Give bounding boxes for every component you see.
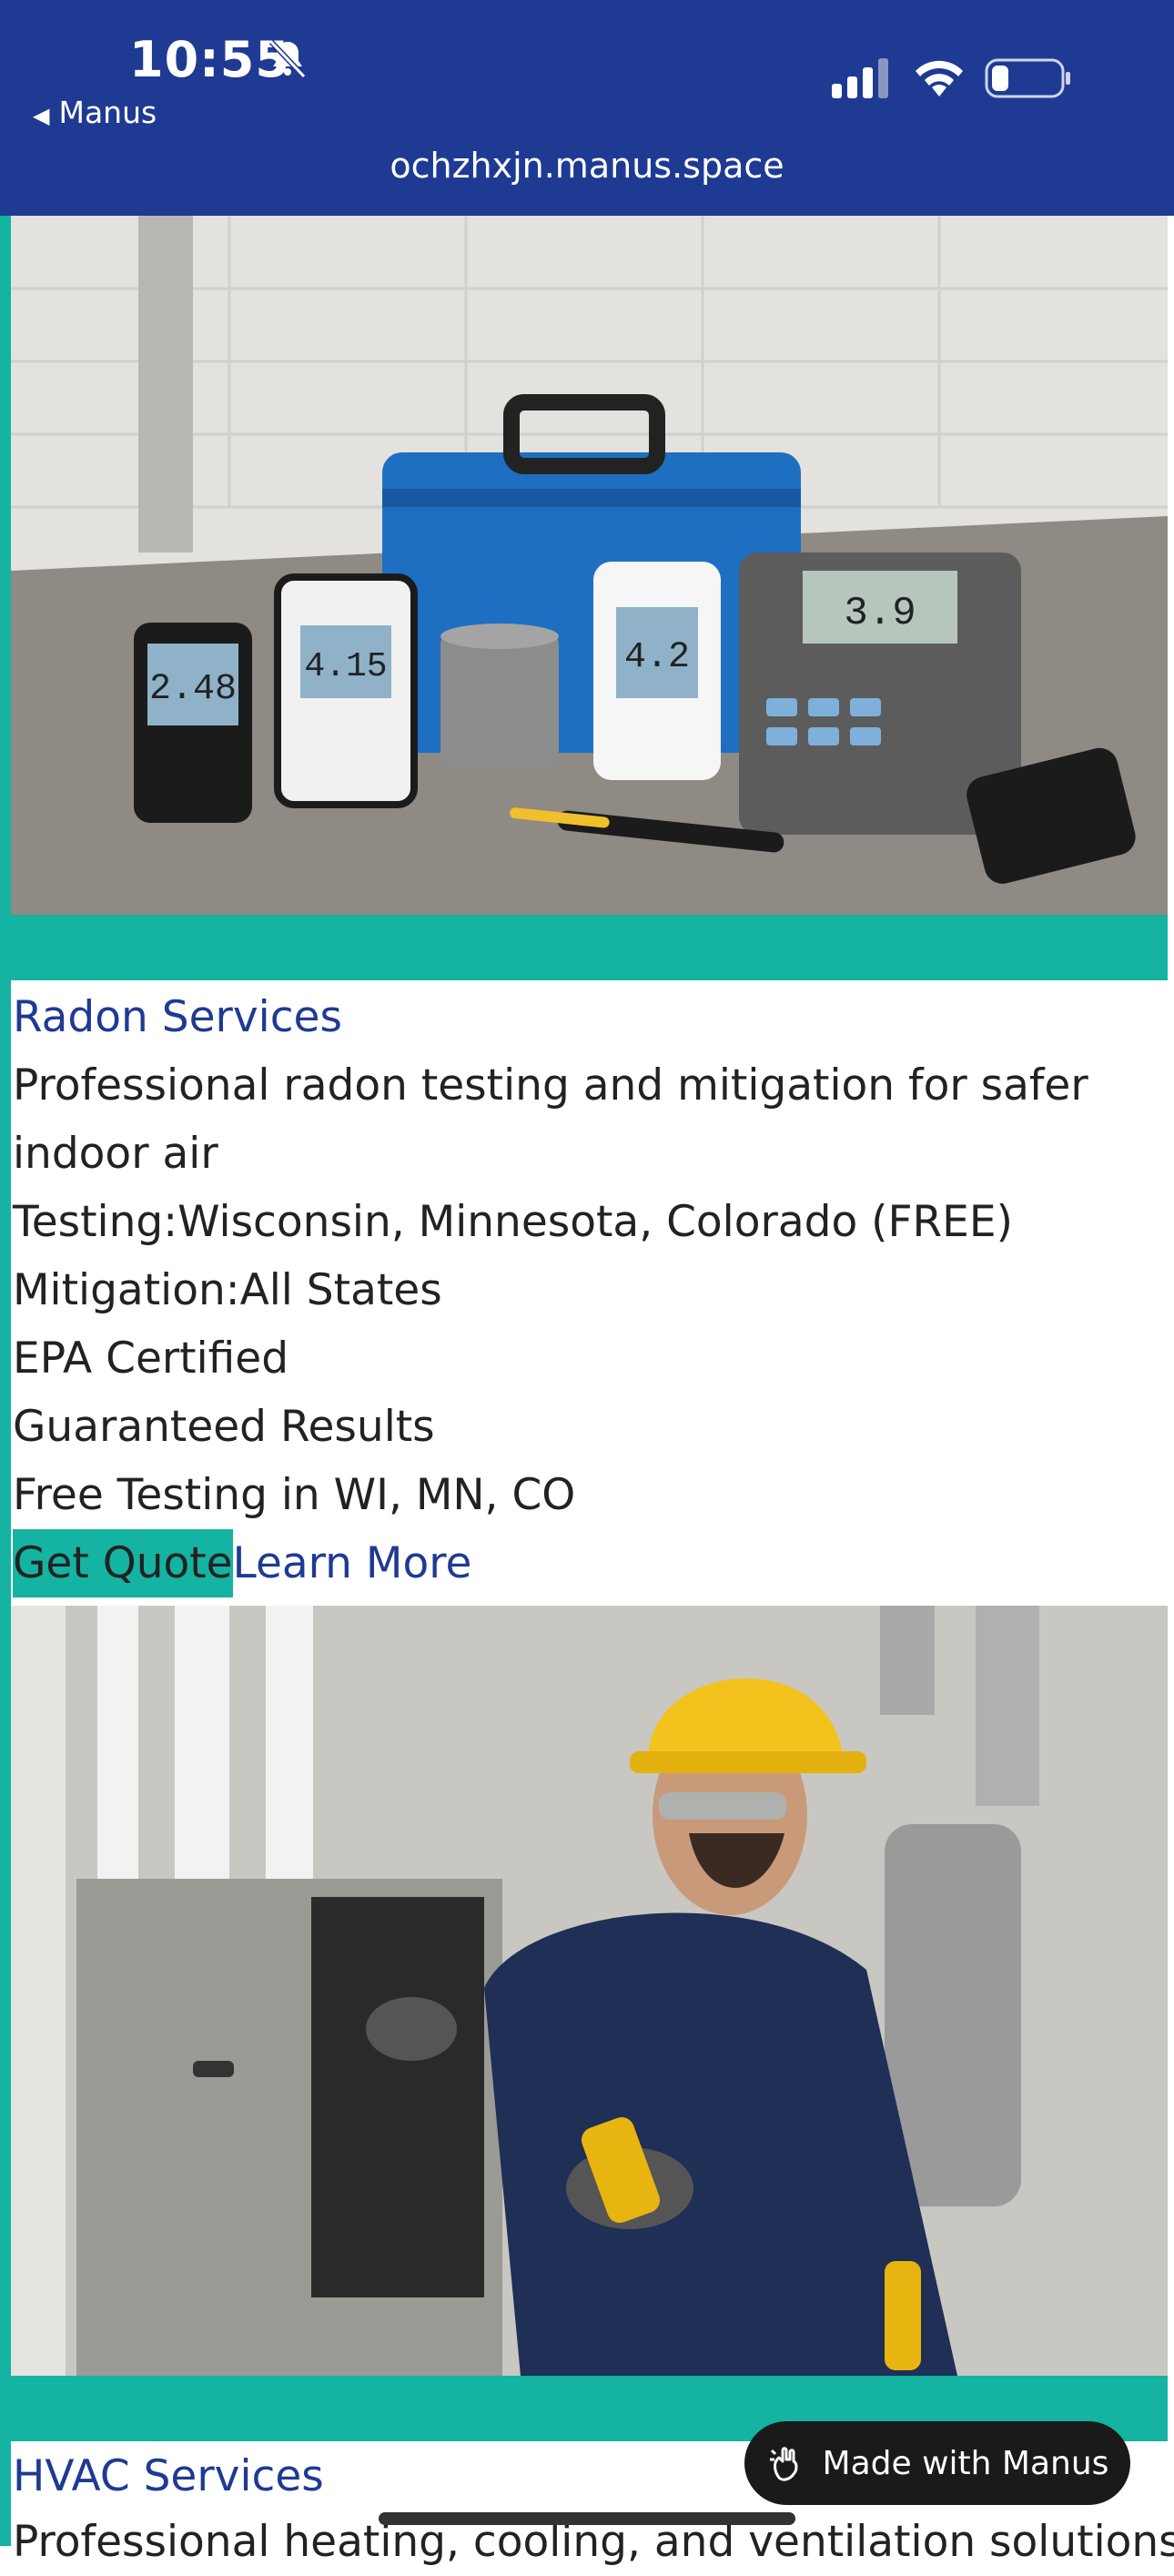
radon-service-card: Radon Services Professional radon testin… [13, 983, 1159, 1597]
radon-title: Radon Services [13, 992, 342, 1042]
battery-icon [985, 58, 1070, 98]
meter-reading-3: 4.2 [624, 637, 690, 678]
learn-more-link[interactable]: Learn More [233, 1538, 472, 1588]
bell-muted-icon [268, 39, 307, 79]
wifi-icon [916, 60, 963, 96]
back-to-app-button[interactable]: ◀ Manus [33, 95, 157, 130]
home-indicator[interactable] [379, 2512, 795, 2525]
back-arrow-icon: ◀ [33, 103, 50, 128]
meter-reading-2: 4.15 [304, 647, 387, 686]
browser-header: 10:55 ◀ Manus ochzhxjn.manus.space [0, 0, 1174, 216]
cellular-signal-icon [832, 58, 888, 98]
feature-item: Mitigation:All States [13, 1265, 442, 1315]
meter-reading-4: 3.9 [844, 591, 916, 636]
feature-item: EPA Certified [13, 1334, 289, 1384]
get-quote-button[interactable]: Get Quote [13, 1529, 233, 1597]
feature-item: Guaranteed Results [13, 1402, 435, 1452]
hvac-technician-image [11, 1606, 1168, 2376]
radon-equipment-image: 2.48 4.15 4.2 3.9 [11, 216, 1168, 915]
hvac-title: HVAC Services [13, 2451, 324, 2501]
feature-item: Free Testing in WI, MN, CO [13, 1470, 576, 1520]
made-with-manus-label: Made with Manus [822, 2444, 1109, 2482]
meter-reading-1: 2.48 [149, 669, 237, 710]
radon-actions: Get QuoteLearn More [13, 1529, 1159, 1597]
made-with-manus-badge[interactable]: Made with Manus [744, 2421, 1130, 2505]
radon-description: Professional radon testing and mitigatio… [13, 1060, 1088, 1179]
manus-hand-icon [769, 2447, 798, 2481]
left-accent-strip [0, 216, 11, 2546]
feature-item: Testing:Wisconsin, Minnesota, Colorado (… [13, 1197, 1013, 1247]
back-app-label: Manus [58, 95, 157, 130]
address-bar-url[interactable]: ochzhxjn.manus.space [0, 146, 1174, 186]
card-divider-band [11, 915, 1168, 980]
